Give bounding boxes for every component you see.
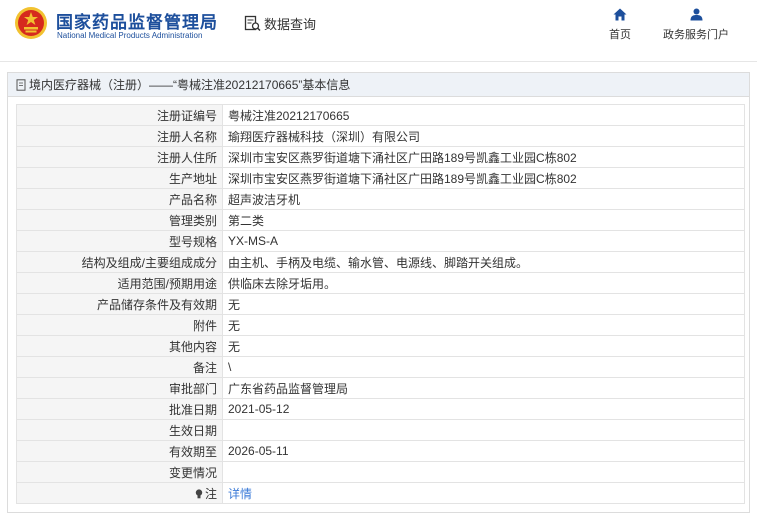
field-label: 管理类别 bbox=[16, 209, 223, 231]
table-row: 注册证编号 粤械注准20212170665 bbox=[16, 104, 745, 126]
detail-table: 注册证编号 粤械注准20212170665 注册人名称 瑜翔医疗器械科技（深圳）有限公… bbox=[16, 104, 745, 504]
table-row: 适用范围/预期用途 供临床去除牙垢用。 bbox=[16, 272, 745, 294]
field-value: 2026-05-11 bbox=[222, 440, 745, 462]
field-label: 审批部门 bbox=[16, 377, 223, 399]
field-label: 其他内容 bbox=[16, 335, 223, 357]
field-label: 产品储存条件及有效期 bbox=[16, 293, 223, 315]
document-icon bbox=[16, 78, 26, 91]
site-brand-en: National Medical Products Administration bbox=[57, 31, 203, 40]
field-value: 无 bbox=[222, 335, 745, 357]
field-label: 注册人住所 bbox=[16, 146, 223, 168]
table-row: 产品名称 超声波洁牙机 bbox=[16, 188, 745, 210]
field-value: 广东省药品监督管理局 bbox=[222, 377, 745, 399]
field-label: 型号规格 bbox=[16, 230, 223, 252]
table-row: 其他内容无 bbox=[16, 335, 745, 357]
table-row: 管理类别 第二类 bbox=[16, 209, 745, 231]
field-value: YX-MS-A bbox=[222, 230, 745, 252]
field-label: 备注 bbox=[16, 356, 223, 378]
lightbulb-icon bbox=[195, 488, 203, 498]
table-row: 批准日期 2021-05-12 bbox=[16, 398, 745, 420]
panel-title: 境内医疗器械（注册）——“粤械注准20212170665”基本信息 bbox=[8, 73, 749, 97]
field-value: 深圳市宝安区燕罗街道塘下涌社区广田路189号凯鑫工业园C栋802 bbox=[222, 146, 745, 168]
table-row: 结构及组成/主要组成成分 由主机、手柄及电缆、输水管、电源线、脚踏开关组成。 bbox=[16, 251, 745, 273]
field-value: 深圳市宝安区燕罗街道塘下涌社区广田路189号凯鑫工业园C栋802 bbox=[222, 167, 745, 189]
home-icon bbox=[613, 8, 627, 21]
field-value bbox=[222, 419, 745, 441]
data-query-link[interactable]: 数据查询 bbox=[244, 12, 316, 34]
site-header: 国家药品监督管理局 National Medical Products Admi… bbox=[0, 0, 757, 62]
field-label: 附件 bbox=[16, 314, 223, 336]
table-row: 生产地址 深圳市宝安区燕罗街道塘下涌社区广田路189号凯鑫工业园C栋802 bbox=[16, 167, 745, 189]
table-row: 审批部门 广东省药品监督管理局 bbox=[16, 377, 745, 399]
field-label: 生效日期 bbox=[16, 419, 223, 441]
nav-home[interactable]: 首页 bbox=[606, 8, 634, 42]
field-value: 由主机、手柄及电缆、输水管、电源线、脚踏开关组成。 bbox=[222, 251, 745, 273]
table-row: 有效期至 2026-05-11 bbox=[16, 440, 745, 462]
field-label: 注册证编号 bbox=[16, 104, 223, 126]
field-label: 有效期至 bbox=[16, 440, 223, 462]
table-row: 产品储存条件及有效期无 bbox=[16, 293, 745, 315]
table-row: 注册人名称 瑜翔医疗器械科技（深圳）有限公司 bbox=[16, 125, 745, 147]
nav-portal-label: 政务服务门户 bbox=[663, 29, 729, 41]
data-query-label: 数据查询 bbox=[264, 16, 317, 32]
user-icon bbox=[690, 8, 702, 21]
field-label: 产品名称 bbox=[16, 188, 223, 210]
details-link[interactable]: 详情 bbox=[222, 482, 745, 504]
detail-panel: 境内医疗器械（注册）——“粤械注准20212170665”基本信息 注册证编号粤… bbox=[7, 72, 750, 513]
site-brand-cn: 国家药品监督管理局 bbox=[56, 13, 218, 32]
field-value: 超声波洁牙机 bbox=[222, 188, 745, 210]
table-row: 注册人住所 深圳市宝安区燕罗街道塘下涌社区广田路189号凯鑫工业园C栋802 bbox=[16, 146, 745, 168]
table-row: 型号规格 YX-MS-A bbox=[16, 230, 745, 252]
field-value: \ bbox=[222, 356, 745, 378]
note-label: 注 bbox=[204, 486, 217, 501]
field-label: 结构及组成/主要组成成分 bbox=[16, 251, 223, 273]
national-emblem-icon bbox=[15, 7, 47, 39]
table-row: 附件无 bbox=[16, 314, 745, 336]
field-label: 适用范围/预期用途 bbox=[16, 272, 223, 294]
field-value bbox=[222, 461, 745, 483]
field-value: 瑜翔医疗器械科技（深圳）有限公司 bbox=[222, 125, 745, 147]
field-value: 无 bbox=[222, 293, 745, 315]
field-label: 变更情况 bbox=[16, 461, 223, 483]
table-row: 生效日期 bbox=[16, 419, 745, 441]
table-row-note: 注详情 bbox=[16, 482, 745, 504]
table-row: 变更情况 bbox=[16, 461, 745, 483]
search-document-icon bbox=[244, 15, 261, 31]
panel-title-text: 境内医疗器械（注册）——“粤械注准20212170665”基本信息 bbox=[29, 78, 351, 92]
field-value: 第二类 bbox=[222, 209, 745, 231]
field-value: 无 bbox=[222, 314, 745, 336]
field-label-note: 注 bbox=[16, 482, 223, 504]
nav-home-label: 首页 bbox=[609, 29, 631, 41]
field-value: 粤械注准20212170665 bbox=[222, 104, 745, 126]
table-row: 备注 \ bbox=[16, 356, 745, 378]
nav-service-portal[interactable]: 政务服务门户 bbox=[657, 8, 735, 42]
field-label: 注册人名称 bbox=[16, 125, 223, 147]
field-label: 生产地址 bbox=[16, 167, 223, 189]
field-value: 2021-05-12 bbox=[222, 398, 745, 420]
field-label: 批准日期 bbox=[16, 398, 223, 420]
field-value: 供临床去除牙垢用。 bbox=[222, 272, 745, 294]
